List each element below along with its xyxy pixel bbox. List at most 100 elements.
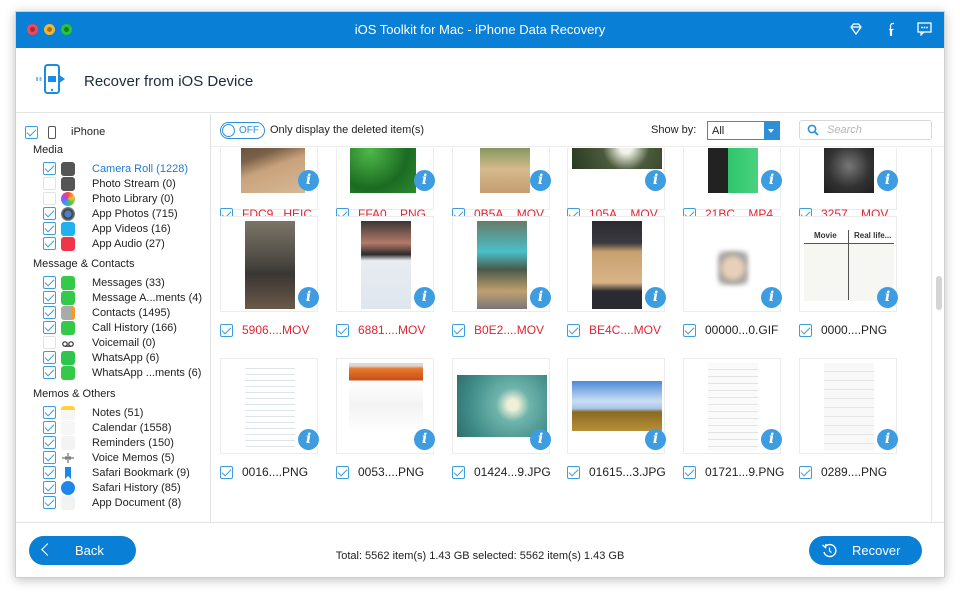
file-name: 0053....PNG: [358, 465, 425, 479]
device-row[interactable]: iPhone: [25, 124, 105, 140]
sidebar-item-checkbox[interactable]: [43, 351, 56, 364]
file-checkbox[interactable]: [452, 465, 465, 479]
file-checkbox[interactable]: [336, 465, 349, 479]
chevron-down-icon[interactable]: [764, 122, 779, 139]
settings-screenshot-image: [245, 363, 295, 451]
info-icon[interactable]: i: [530, 170, 551, 191]
file-checkbox[interactable]: [683, 323, 696, 337]
sidebar-item-checkbox[interactable]: [43, 406, 56, 419]
sidebar-item[interactable]: Calendar (1558): [43, 420, 172, 435]
file-name: 01424...9.JPG: [474, 465, 551, 479]
music-icon: [61, 236, 75, 251]
device-checkbox[interactable]: [25, 125, 38, 139]
sidebar-item-checkbox[interactable]: [43, 421, 56, 434]
sidebar-item-checkbox[interactable]: [43, 177, 56, 190]
sidebar-item-checkbox[interactable]: [43, 237, 56, 250]
sidebar-item[interactable]: Voice Memos (5): [43, 450, 175, 465]
sidebar-item[interactable]: App Photos (715): [43, 206, 178, 221]
info-icon[interactable]: i: [530, 287, 551, 308]
info-icon[interactable]: i: [761, 170, 782, 191]
info-icon[interactable]: i: [761, 287, 782, 308]
file-checkbox[interactable]: [799, 323, 812, 337]
sidebar-item[interactable]: Camera Roll (1228): [43, 161, 188, 176]
search-box[interactable]: [799, 120, 932, 140]
sidebar-item-checkbox[interactable]: [43, 451, 56, 464]
sidebar-group-label: Message & Contacts: [33, 258, 135, 270]
sidebar-item[interactable]: Safari Bookmark (9): [43, 465, 190, 480]
sidebar-item-checkbox[interactable]: [43, 162, 56, 175]
sidebar-item-checkbox[interactable]: [43, 366, 56, 379]
info-icon[interactable]: i: [645, 287, 666, 308]
file-checkbox[interactable]: [567, 323, 580, 337]
show-by-select[interactable]: All: [707, 121, 780, 140]
sidebar-item[interactable]: Voicemail (0): [43, 335, 156, 350]
sidebar-item-checkbox[interactable]: [43, 436, 56, 449]
file-name: 5906....MOV: [242, 323, 310, 337]
sidebar-item-checkbox[interactable]: [43, 291, 56, 304]
info-icon[interactable]: i: [298, 429, 319, 450]
sidebar-item[interactable]: Notes (51): [43, 405, 143, 420]
sidebar-item[interactable]: Message A...ments (4): [43, 290, 202, 305]
sidebar-item-checkbox[interactable]: [43, 276, 56, 289]
sidebar-item[interactable]: Photo Library (0): [43, 191, 174, 206]
info-icon[interactable]: i: [877, 170, 898, 191]
sidebar-item-label: Contacts (1495): [92, 306, 171, 319]
file-checkbox[interactable]: [336, 323, 349, 337]
file-name-row: 01721...9.PNG: [683, 465, 784, 479]
facebook-icon[interactable]: [882, 21, 898, 37]
file-checkbox[interactable]: [220, 465, 233, 479]
info-icon[interactable]: i: [298, 287, 319, 308]
sidebar-item[interactable]: Safari History (85): [43, 480, 181, 495]
sidebar-item[interactable]: App Videos (16): [43, 221, 171, 236]
info-icon[interactable]: i: [530, 429, 551, 450]
sidebar-item[interactable]: WhatsApp ...ments (6): [43, 365, 201, 380]
keyboard-photo-image: [245, 221, 295, 309]
info-icon[interactable]: i: [645, 429, 666, 450]
info-icon[interactable]: i: [298, 170, 319, 191]
file-checkbox[interactable]: [220, 323, 233, 337]
sidebar-item-checkbox[interactable]: [43, 336, 56, 349]
file-checkbox[interactable]: [452, 323, 465, 337]
page-header: Recover from iOS Device: [16, 48, 944, 113]
info-icon[interactable]: i: [414, 429, 435, 450]
deleted-only-toggle[interactable]: OFF: [220, 122, 265, 139]
info-icon[interactable]: i: [414, 287, 435, 308]
file-name: 0016....PNG: [242, 465, 309, 479]
recover-button[interactable]: Recover: [809, 536, 922, 565]
file-checkbox[interactable]: [799, 465, 812, 479]
iphone-icon: [48, 125, 56, 139]
sidebar-item-label: Safari Bookmark (9): [92, 466, 190, 479]
sidebar-item[interactable]: Call History (166): [43, 320, 177, 335]
sidebar-item-checkbox[interactable]: [43, 222, 56, 235]
file-checkbox[interactable]: [683, 465, 696, 479]
feedback-icon[interactable]: [916, 21, 932, 37]
web-screenshot-image: [349, 363, 423, 433]
sidebar-item[interactable]: Contacts (1495): [43, 305, 170, 320]
file-name-row: 01424...9.JPG: [452, 465, 551, 479]
sidebar-item-checkbox[interactable]: [43, 306, 56, 319]
desk-photo-image: [480, 148, 530, 193]
sidebar-item[interactable]: App Document (8): [43, 495, 181, 510]
sidebar-item-checkbox[interactable]: [43, 496, 56, 509]
sidebar-item[interactable]: WhatsApp (6): [43, 350, 159, 365]
photos-icon: [61, 191, 75, 206]
info-icon[interactable]: i: [645, 170, 666, 191]
info-icon[interactable]: i: [414, 170, 435, 191]
search-input[interactable]: [827, 123, 927, 137]
scrollbar-thumb[interactable]: [936, 276, 942, 310]
file-checkbox[interactable]: [567, 465, 580, 479]
sidebar-item[interactable]: Photo Stream (0): [43, 176, 176, 191]
diamond-icon[interactable]: [848, 21, 864, 37]
sidebar-item-checkbox[interactable]: [43, 321, 56, 334]
sidebar-item-checkbox[interactable]: [43, 207, 56, 220]
info-icon[interactable]: i: [761, 429, 782, 450]
sidebar-item[interactable]: App Audio (27): [43, 236, 165, 251]
sidebar-item-checkbox[interactable]: [43, 466, 56, 479]
info-icon[interactable]: i: [877, 429, 898, 450]
sidebar-item-checkbox[interactable]: [43, 192, 56, 205]
sidebar-item-checkbox[interactable]: [43, 481, 56, 494]
vertical-scrollbar[interactable]: [931, 148, 944, 522]
sidebar-item[interactable]: Reminders (150): [43, 435, 174, 450]
sidebar-item[interactable]: Messages (33): [43, 275, 165, 290]
info-icon[interactable]: i: [877, 287, 898, 308]
